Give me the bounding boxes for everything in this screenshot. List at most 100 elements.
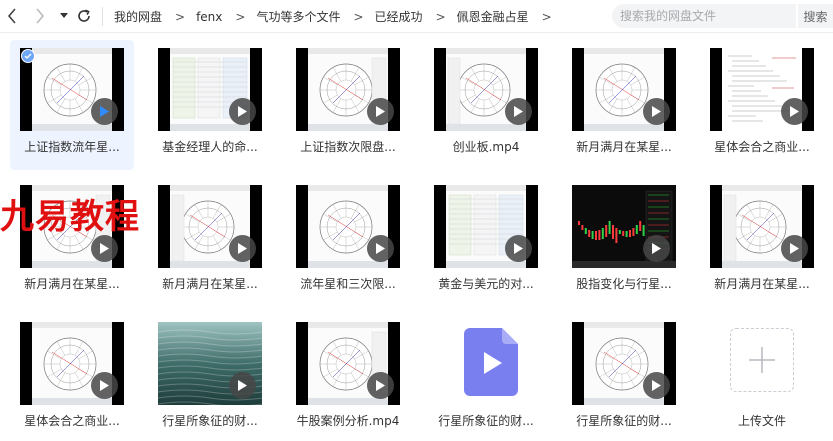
play-icon	[376, 243, 385, 254]
breadcrumb-separator: >	[541, 9, 552, 24]
play-button[interactable]	[505, 98, 532, 125]
file-name: 星体会合之商业...	[714, 140, 810, 154]
play-button[interactable]	[91, 98, 118, 125]
play-button[interactable]	[643, 372, 670, 399]
file-item[interactable]: 行星所象征的财...	[424, 314, 548, 441]
play-button[interactable]	[229, 235, 256, 262]
thumbnail-frame	[296, 185, 400, 268]
play-button[interactable]	[781, 98, 808, 125]
thumbnail-frame	[710, 185, 814, 268]
file-item[interactable]: 股指变化与行星...	[562, 177, 686, 307]
thumbnail-frame	[710, 48, 814, 131]
file-item[interactable]: 上证指数流年星...	[10, 40, 134, 170]
play-icon	[238, 106, 247, 117]
file-name: 上证指数次限盘...	[300, 140, 396, 154]
file-item[interactable]: 星体会合之商业...	[700, 40, 824, 170]
play-button[interactable]	[367, 235, 394, 262]
thumbnail-frame	[296, 322, 400, 405]
play-icon	[238, 243, 247, 254]
file-item[interactable]: 新月满月在某星...	[148, 177, 272, 307]
file-item[interactable]: 创业板.mp4	[424, 40, 548, 170]
file-name: 黄金与美元的对...	[438, 277, 534, 291]
watermark-text: 九易教程	[0, 197, 140, 237]
toolbar-divider	[102, 7, 103, 26]
search-box	[612, 4, 796, 28]
thumbnail-frame	[158, 322, 262, 405]
file-item[interactable]: 新月满月在某星...	[562, 40, 686, 170]
file-item[interactable]: 新月满月在某星...	[700, 177, 824, 307]
play-icon	[652, 243, 661, 254]
file-item[interactable]: 星体会合之商业...	[10, 314, 134, 441]
back-button[interactable]	[2, 5, 22, 27]
play-icon	[652, 380, 661, 391]
upload-button[interactable]	[730, 328, 794, 392]
play-icon	[100, 106, 109, 117]
file-name: 行星所象征的财...	[438, 414, 534, 428]
file-name: 上证指数流年星...	[24, 140, 120, 154]
search-button[interactable]: 搜索	[798, 4, 833, 28]
play-icon	[652, 106, 661, 117]
play-button[interactable]	[367, 372, 394, 399]
search-input[interactable]	[620, 9, 790, 23]
refresh-icon	[78, 9, 90, 22]
play-button[interactable]	[781, 235, 808, 262]
thumbnail-frame	[158, 48, 262, 131]
forward-button[interactable]	[30, 5, 50, 27]
upload-file-tile[interactable]: 上传文件	[700, 314, 824, 441]
play-icon	[376, 380, 385, 391]
play-button[interactable]	[367, 98, 394, 125]
video-file-icon	[464, 328, 518, 396]
play-icon	[238, 380, 247, 391]
breadcrumb-item-4[interactable]: 佩恩金融占星	[457, 8, 529, 25]
file-item[interactable]: 行星所象征的财...	[562, 314, 686, 441]
file-name: 股指变化与行星...	[576, 277, 672, 291]
file-item[interactable]: 黄金与美元的对...	[424, 177, 548, 307]
breadcrumb-item-3[interactable]: 已经成功	[375, 8, 423, 25]
upload-label: 上传文件	[737, 414, 786, 428]
thumbnail-frame	[20, 322, 124, 405]
play-icon	[100, 380, 109, 391]
play-button[interactable]	[91, 235, 118, 262]
play-icon	[514, 243, 523, 254]
chevron-right-icon	[36, 8, 45, 24]
thumbnail-frame	[572, 322, 676, 405]
file-name: 创业板.mp4	[452, 140, 520, 154]
play-button[interactable]	[505, 235, 532, 262]
thumbnail-frame	[434, 185, 538, 268]
history-dropdown-button[interactable]	[58, 5, 70, 27]
file-name: 行星所象征的财...	[576, 414, 672, 428]
file-item[interactable]: 上证指数次限盘...	[286, 40, 410, 170]
play-icon	[100, 243, 109, 254]
top-toolbar: 我的网盘 > fenx > 气功等多个文件 > 已经成功 > 佩恩金融占星 > …	[0, 0, 833, 33]
refresh-button[interactable]	[75, 5, 93, 27]
thumbnail-frame	[572, 48, 676, 131]
file-name: 基金经理人的命...	[162, 140, 258, 154]
file-item[interactable]: 流年星和三次限...	[286, 177, 410, 307]
file-name: 新月满月在某星...	[24, 277, 120, 291]
file-name: 新月满月在某星...	[162, 277, 258, 291]
breadcrumb-item-2[interactable]: 气功等多个文件	[256, 8, 340, 25]
play-button[interactable]	[643, 98, 670, 125]
caret-down-icon	[60, 13, 68, 18]
thumbnail-frame	[158, 185, 262, 268]
breadcrumb-separator: >	[235, 9, 246, 24]
play-button[interactable]	[643, 235, 670, 262]
file-item[interactable]: 基金经理人的命...	[148, 40, 272, 170]
breadcrumb-separator: >	[435, 9, 446, 24]
play-button[interactable]	[229, 372, 256, 399]
play-icon	[376, 106, 385, 117]
selected-check-icon[interactable]	[21, 49, 35, 63]
file-name: 星体会合之商业...	[24, 414, 120, 428]
breadcrumb-item-1[interactable]: fenx	[196, 10, 222, 24]
file-name: 新月满月在某星...	[714, 277, 810, 291]
thumbnail-frame	[20, 48, 124, 131]
play-button[interactable]	[91, 372, 118, 399]
file-item[interactable]: 牛股案例分析.mp4	[286, 314, 410, 441]
breadcrumb-separator: >	[353, 9, 364, 24]
file-item[interactable]: 行星所象征的财...	[148, 314, 272, 441]
breadcrumb-item-0[interactable]: 我的网盘	[114, 8, 162, 25]
plus-icon	[749, 347, 775, 373]
thumbnail-frame	[572, 185, 676, 268]
play-button[interactable]	[229, 98, 256, 125]
file-name: 新月满月在某星...	[576, 140, 672, 154]
